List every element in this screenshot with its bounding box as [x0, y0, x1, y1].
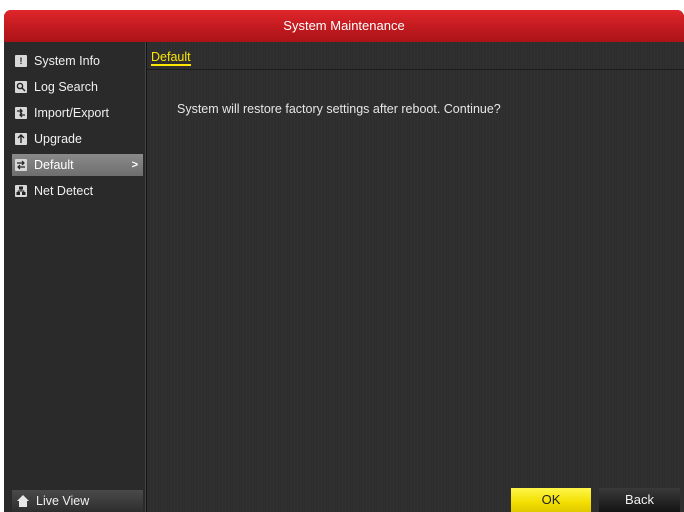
confirmation-message: System will restore factory settings aft… — [177, 102, 501, 116]
sidebar-item-label: Upgrade — [34, 132, 82, 146]
tab-divider — [147, 69, 684, 70]
system-maintenance-window: System Maintenance ! System Info Log Sea… — [4, 10, 684, 512]
net-detect-icon — [15, 185, 27, 197]
sidebar-item-label: System Info — [34, 54, 100, 68]
log-search-icon — [15, 81, 27, 93]
sidebar: ! System Info Log Search Import/Export U… — [4, 42, 146, 512]
ok-button[interactable]: OK — [511, 488, 591, 512]
chevron-right-icon: > — [131, 159, 138, 171]
sidebar-item-label: Import/Export — [34, 106, 110, 120]
sidebar-item-label: Default — [34, 158, 74, 172]
window-title: System Maintenance — [4, 10, 684, 42]
sidebar-item-label: Net Detect — [34, 184, 94, 198]
sidebar-item-upgrade[interactable]: Upgrade — [12, 128, 143, 150]
sidebar-item-import-export[interactable]: Import/Export — [12, 102, 143, 124]
upgrade-icon — [15, 133, 27, 145]
sidebar-item-net-detect[interactable]: Net Detect — [12, 180, 143, 202]
tab-default[interactable]: Default — [151, 50, 191, 66]
sidebar-item-system-info[interactable]: ! System Info — [12, 50, 143, 72]
home-icon — [17, 495, 29, 507]
live-view-button[interactable]: Live View — [12, 490, 143, 512]
content-panel: Default System will restore factory sett… — [147, 42, 684, 512]
window-body: ! System Info Log Search Import/Export U… — [4, 42, 684, 512]
sidebar-item-default[interactable]: Default > — [12, 154, 143, 176]
info-icon: ! — [15, 55, 27, 67]
sidebar-item-label: Log Search — [34, 80, 98, 94]
back-button[interactable]: Back — [599, 488, 680, 512]
import-export-icon — [15, 107, 27, 119]
live-view-label: Live View — [36, 494, 90, 508]
sidebar-item-log-search[interactable]: Log Search — [12, 76, 143, 98]
default-restore-icon — [15, 159, 27, 171]
